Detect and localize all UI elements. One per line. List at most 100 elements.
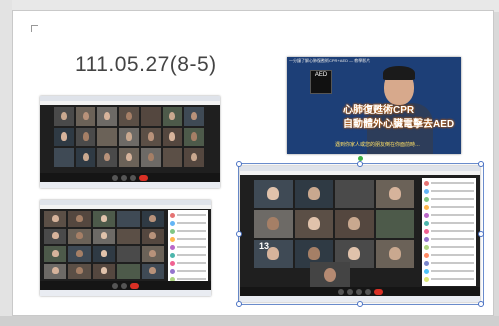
participant-grid (254, 180, 414, 268)
participant-name-placeholder (431, 206, 474, 208)
participant-row[interactable] (424, 196, 474, 202)
camera-icon[interactable] (346, 288, 353, 295)
resize-handle-bottom[interactable] (357, 301, 363, 307)
participant-tile (54, 148, 74, 167)
participant-face (149, 214, 157, 222)
participant-face (388, 187, 401, 200)
participant-face (307, 247, 320, 260)
slide-title[interactable]: 111.05.27(8-5) (75, 53, 217, 77)
participant-row[interactable] (170, 236, 206, 242)
meeting-screenshot-bottom-left[interactable] (40, 200, 211, 296)
participant-row[interactable] (424, 252, 474, 258)
participant-face (149, 267, 157, 275)
avatar (424, 204, 429, 210)
participant-name-placeholder (431, 238, 474, 240)
participant-tile (162, 107, 183, 126)
avatar (424, 236, 429, 242)
participant-tile (75, 107, 96, 126)
resize-handle-bottom-left[interactable] (236, 301, 242, 307)
windows-taskbar (40, 182, 220, 188)
resize-handle-bottom-right[interactable] (478, 301, 484, 307)
participant-row[interactable] (424, 220, 474, 226)
participant-face (51, 267, 59, 275)
resize-handle-top-left[interactable] (236, 161, 242, 167)
participant-face (169, 111, 176, 121)
participant-name-placeholder (431, 262, 474, 264)
aed-sign-label: AED (314, 72, 328, 78)
resize-handle-right[interactable] (478, 231, 484, 237)
participant-face (51, 214, 59, 222)
participant-face (149, 249, 157, 257)
editor-left-margin (0, 0, 12, 326)
present-icon[interactable] (130, 174, 136, 181)
participant-name-placeholder (431, 198, 474, 200)
participant-face (147, 152, 154, 162)
participant-tile (75, 148, 96, 167)
participant-row[interactable] (424, 268, 474, 274)
participant-face (100, 267, 108, 275)
participant-name-placeholder (177, 254, 206, 256)
camera-icon[interactable] (121, 174, 127, 181)
participant-face (60, 111, 67, 121)
avatar (424, 180, 429, 186)
participant-row[interactable] (424, 204, 474, 210)
participant-row[interactable] (170, 244, 206, 250)
participant-tile (375, 210, 414, 238)
participant-tile (184, 148, 204, 167)
more-options-icon[interactable] (364, 288, 371, 295)
participant-tile (92, 246, 116, 262)
mic-icon[interactable] (112, 174, 118, 181)
placeholder-corner-mark (31, 25, 38, 32)
mic-icon[interactable] (112, 282, 118, 289)
participant-row[interactable] (424, 228, 474, 234)
mic-icon[interactable] (337, 288, 344, 295)
present-icon[interactable] (355, 288, 362, 295)
meeting-controls (40, 281, 211, 290)
cpr-aed-video-frame[interactable]: 一分鐘了解心肺復甦術CPR+AED — 教學影片 AED 心肺復甦術CPR 自動… (287, 57, 461, 154)
participant-row[interactable] (170, 228, 206, 234)
participant-tile (254, 180, 293, 208)
participant-name-placeholder (177, 270, 206, 272)
participant-row[interactable] (170, 260, 206, 266)
avatar (424, 220, 429, 226)
participant-tile (92, 228, 116, 244)
resize-handle-top-right[interactable] (478, 161, 484, 167)
meeting-screenshot-selected[interactable]: 13 (240, 166, 480, 302)
participant-row[interactable] (424, 244, 474, 250)
end-call-icon[interactable] (139, 174, 148, 181)
participant-row[interactable] (424, 180, 474, 186)
self-view-video (310, 262, 350, 288)
avatar (170, 236, 175, 242)
avatar (170, 268, 175, 274)
participant-row[interactable] (424, 188, 474, 194)
participant-row[interactable] (170, 220, 206, 226)
end-call-icon[interactable] (130, 282, 139, 289)
meeting-screenshot-top-left[interactable] (40, 96, 220, 188)
participant-face (82, 152, 89, 162)
participant-face (100, 232, 108, 240)
participant-row[interactable] (424, 212, 474, 218)
participant-face (60, 132, 67, 141)
participant-row[interactable] (424, 236, 474, 242)
resize-handle-left[interactable] (236, 231, 242, 237)
avatar (424, 244, 429, 250)
participant-tile (119, 148, 139, 167)
participant-grid (44, 211, 164, 279)
camera-icon[interactable] (121, 282, 127, 289)
participant-row[interactable] (170, 268, 206, 274)
participant-face (76, 232, 83, 240)
resize-handle-top[interactable] (357, 161, 363, 167)
participant-tile (141, 228, 164, 244)
avatar (424, 196, 429, 202)
end-call-icon[interactable] (373, 288, 383, 295)
participant-tile (375, 240, 414, 268)
participant-row[interactable] (424, 260, 474, 266)
participant-name-placeholder (431, 222, 474, 224)
participant-row[interactable] (424, 276, 474, 282)
avatar (170, 260, 175, 266)
participant-row[interactable] (170, 252, 206, 258)
participant-tile (117, 228, 140, 244)
participant-tile (140, 127, 161, 147)
participant-row[interactable] (170, 212, 206, 218)
participant-face (104, 111, 111, 121)
